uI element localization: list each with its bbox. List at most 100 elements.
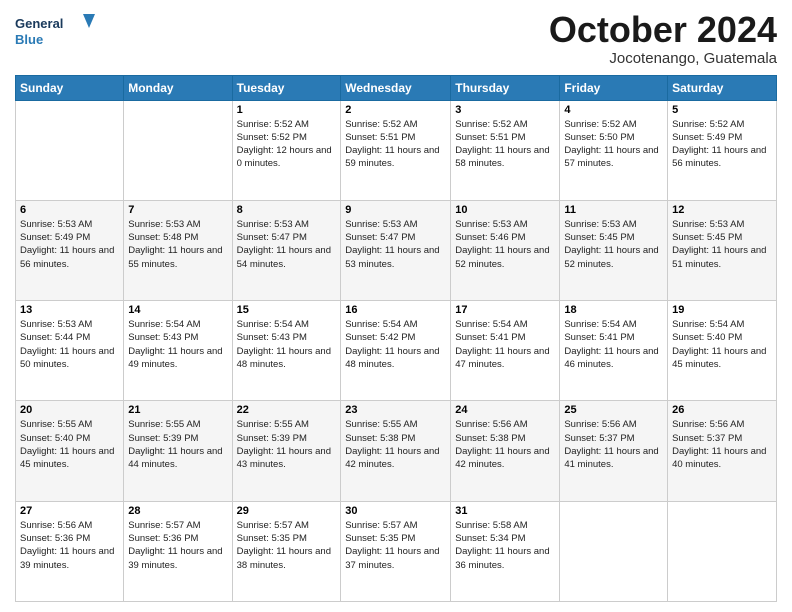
calendar-table: Sunday Monday Tuesday Wednesday Thursday… xyxy=(15,75,777,602)
day-number: 26 xyxy=(672,404,772,416)
day-number: 3 xyxy=(455,104,555,116)
cell-2-5: 18 Sunrise: 5:54 AM Sunset: 5:41 PM Dayli… xyxy=(560,301,668,401)
cell-3-6: 26 Sunrise: 5:56 AM Sunset: 5:37 PM Dayli… xyxy=(668,401,777,501)
day-info: Sunrise: 5:53 AM Sunset: 5:48 PM Dayligh… xyxy=(128,218,227,271)
day-info: Sunrise: 5:53 AM Sunset: 5:46 PM Dayligh… xyxy=(455,218,555,271)
cell-0-0 xyxy=(16,100,124,200)
header-row: Sunday Monday Tuesday Wednesday Thursday… xyxy=(16,75,777,100)
day-info: Sunrise: 5:54 AM Sunset: 5:40 PM Dayligh… xyxy=(672,318,772,371)
cell-1-6: 12Sunrise: 5:53 AM Sunset: 5:45 PM Dayli… xyxy=(668,200,777,300)
cell-2-4: 17Sunrise: 5:54 AM Sunset: 5:41 PM Dayli… xyxy=(451,301,560,401)
col-monday: Monday xyxy=(124,75,232,100)
col-thursday: Thursday xyxy=(451,75,560,100)
day-info: Sunrise: 5:53 AM Sunset: 5:47 PM Dayligh… xyxy=(345,218,446,271)
day-number: 21 xyxy=(128,404,227,416)
cell-1-3: 9Sunrise: 5:53 AM Sunset: 5:47 PM Daylig… xyxy=(341,200,451,300)
cell-2-2: 15Sunrise: 5:54 AM Sunset: 5:43 PM Dayli… xyxy=(232,301,341,401)
cell-3-1: 21 Sunrise: 5:55 AM Sunset: 5:39 PM Dayli… xyxy=(124,401,232,501)
cell-1-0: 6Sunrise: 5:53 AM Sunset: 5:49 PM Daylig… xyxy=(16,200,124,300)
day-number: 15 xyxy=(237,304,337,316)
calendar-page: General Blue October 2024 Jocotenango, G… xyxy=(0,0,792,612)
svg-text:General: General xyxy=(15,16,63,31)
day-info: Sunrise: 5:54 AM Sunset: 5:41 PM Dayligh… xyxy=(455,318,555,371)
day-info: Sunrise: 5:52 AM Sunset: 5:51 PM Dayligh… xyxy=(345,118,446,171)
day-number: 16 xyxy=(345,304,446,316)
day-number: 5 xyxy=(672,104,772,116)
week-row-3: 20 Sunrise: 5:55 AM Sunset: 5:40 PM Dayli… xyxy=(16,401,777,501)
cell-4-0: 27 Sunrise: 5:56 AM Sunset: 5:36 PM Dayli… xyxy=(16,501,124,601)
week-row-4: 27 Sunrise: 5:56 AM Sunset: 5:36 PM Dayli… xyxy=(16,501,777,601)
col-wednesday: Wednesday xyxy=(341,75,451,100)
cell-3-4: 24 Sunrise: 5:56 AM Sunset: 5:38 PM Dayli… xyxy=(451,401,560,501)
day-info: Sunrise: 5:56 AM Sunset: 5:38 PM Dayligh… xyxy=(455,418,555,471)
day-info: Sunrise: 5:58 AM Sunset: 5:34 PM Dayligh… xyxy=(455,519,555,572)
week-row-0: 1 Sunrise: 5:52 AM Sunset: 5:52 PM Daylig… xyxy=(16,100,777,200)
day-info: Sunrise: 5:53 AM Sunset: 5:44 PM Dayligh… xyxy=(20,318,119,371)
day-number: 30 xyxy=(345,505,446,517)
day-info: Sunrise: 5:55 AM Sunset: 5:40 PM Dayligh… xyxy=(20,418,119,471)
cell-2-3: 16Sunrise: 5:54 AM Sunset: 5:42 PM Dayli… xyxy=(341,301,451,401)
day-info: Sunrise: 5:54 AM Sunset: 5:41 PM Dayligh… xyxy=(564,318,663,371)
col-friday: Friday xyxy=(560,75,668,100)
day-info: Sunrise: 5:56 AM Sunset: 5:37 PM Dayligh… xyxy=(564,418,663,471)
cell-2-6: 19 Sunrise: 5:54 AM Sunset: 5:40 PM Dayli… xyxy=(668,301,777,401)
cell-0-1 xyxy=(124,100,232,200)
col-saturday: Saturday xyxy=(668,75,777,100)
day-number: 1 xyxy=(237,104,337,116)
cell-1-1: 7 Sunrise: 5:53 AM Sunset: 5:48 PM Daylig… xyxy=(124,200,232,300)
day-number: 18 xyxy=(564,304,663,316)
day-number: 7 xyxy=(128,204,227,216)
day-number: 22 xyxy=(237,404,337,416)
svg-text:Blue: Blue xyxy=(15,32,43,47)
day-info: Sunrise: 5:55 AM Sunset: 5:39 PM Dayligh… xyxy=(128,418,227,471)
cell-4-6 xyxy=(668,501,777,601)
location: Jocotenango, Guatemala xyxy=(549,50,777,67)
day-number: 25 xyxy=(564,404,663,416)
day-number: 24 xyxy=(455,404,555,416)
day-number: 31 xyxy=(455,505,555,517)
day-info: Sunrise: 5:57 AM Sunset: 5:36 PM Dayligh… xyxy=(128,519,227,572)
col-sunday: Sunday xyxy=(16,75,124,100)
day-number: 2 xyxy=(345,104,446,116)
day-number: 28 xyxy=(128,505,227,517)
day-info: Sunrise: 5:53 AM Sunset: 5:45 PM Dayligh… xyxy=(672,218,772,271)
month-title: October 2024 xyxy=(549,10,777,50)
calendar-body: 1 Sunrise: 5:52 AM Sunset: 5:52 PM Daylig… xyxy=(16,100,777,601)
day-number: 19 xyxy=(672,304,772,316)
day-number: 20 xyxy=(20,404,119,416)
cell-4-5 xyxy=(560,501,668,601)
day-info: Sunrise: 5:52 AM Sunset: 5:52 PM Dayligh… xyxy=(237,118,337,171)
day-number: 14 xyxy=(128,304,227,316)
day-info: Sunrise: 5:53 AM Sunset: 5:47 PM Dayligh… xyxy=(237,218,337,271)
day-number: 27 xyxy=(20,505,119,517)
cell-4-4: 31 Sunrise: 5:58 AM Sunset: 5:34 PM Dayli… xyxy=(451,501,560,601)
day-number: 10 xyxy=(455,204,555,216)
day-info: Sunrise: 5:56 AM Sunset: 5:37 PM Dayligh… xyxy=(672,418,772,471)
day-info: Sunrise: 5:57 AM Sunset: 5:35 PM Dayligh… xyxy=(345,519,446,572)
day-number: 11 xyxy=(564,204,663,216)
cell-3-3: 23Sunrise: 5:55 AM Sunset: 5:38 PM Dayli… xyxy=(341,401,451,501)
cell-0-5: 4Sunrise: 5:52 AM Sunset: 5:50 PM Daylig… xyxy=(560,100,668,200)
day-info: Sunrise: 5:55 AM Sunset: 5:39 PM Dayligh… xyxy=(237,418,337,471)
cell-0-4: 3Sunrise: 5:52 AM Sunset: 5:51 PM Daylig… xyxy=(451,100,560,200)
day-number: 8 xyxy=(237,204,337,216)
cell-0-2: 1 Sunrise: 5:52 AM Sunset: 5:52 PM Daylig… xyxy=(232,100,341,200)
cell-4-3: 30 Sunrise: 5:57 AM Sunset: 5:35 PM Dayli… xyxy=(341,501,451,601)
logo-svg: General Blue xyxy=(15,10,95,50)
cell-3-0: 20 Sunrise: 5:55 AM Sunset: 5:40 PM Dayli… xyxy=(16,401,124,501)
day-info: Sunrise: 5:56 AM Sunset: 5:36 PM Dayligh… xyxy=(20,519,119,572)
cell-1-5: 11 Sunrise: 5:53 AM Sunset: 5:45 PM Dayli… xyxy=(560,200,668,300)
cell-0-3: 2 Sunrise: 5:52 AM Sunset: 5:51 PM Daylig… xyxy=(341,100,451,200)
cell-4-2: 29Sunrise: 5:57 AM Sunset: 5:35 PM Dayli… xyxy=(232,501,341,601)
cell-3-2: 22 Sunrise: 5:55 AM Sunset: 5:39 PM Dayli… xyxy=(232,401,341,501)
day-info: Sunrise: 5:53 AM Sunset: 5:45 PM Dayligh… xyxy=(564,218,663,271)
calendar-header: Sunday Monday Tuesday Wednesday Thursday… xyxy=(16,75,777,100)
cell-2-0: 13Sunrise: 5:53 AM Sunset: 5:44 PM Dayli… xyxy=(16,301,124,401)
day-info: Sunrise: 5:55 AM Sunset: 5:38 PM Dayligh… xyxy=(345,418,446,471)
header: General Blue October 2024 Jocotenango, G… xyxy=(15,10,777,67)
week-row-1: 6Sunrise: 5:53 AM Sunset: 5:49 PM Daylig… xyxy=(16,200,777,300)
cell-2-1: 14Sunrise: 5:54 AM Sunset: 5:43 PM Dayli… xyxy=(124,301,232,401)
cell-1-2: 8 Sunrise: 5:53 AM Sunset: 5:47 PM Daylig… xyxy=(232,200,341,300)
day-info: Sunrise: 5:57 AM Sunset: 5:35 PM Dayligh… xyxy=(237,519,337,572)
day-number: 6 xyxy=(20,204,119,216)
